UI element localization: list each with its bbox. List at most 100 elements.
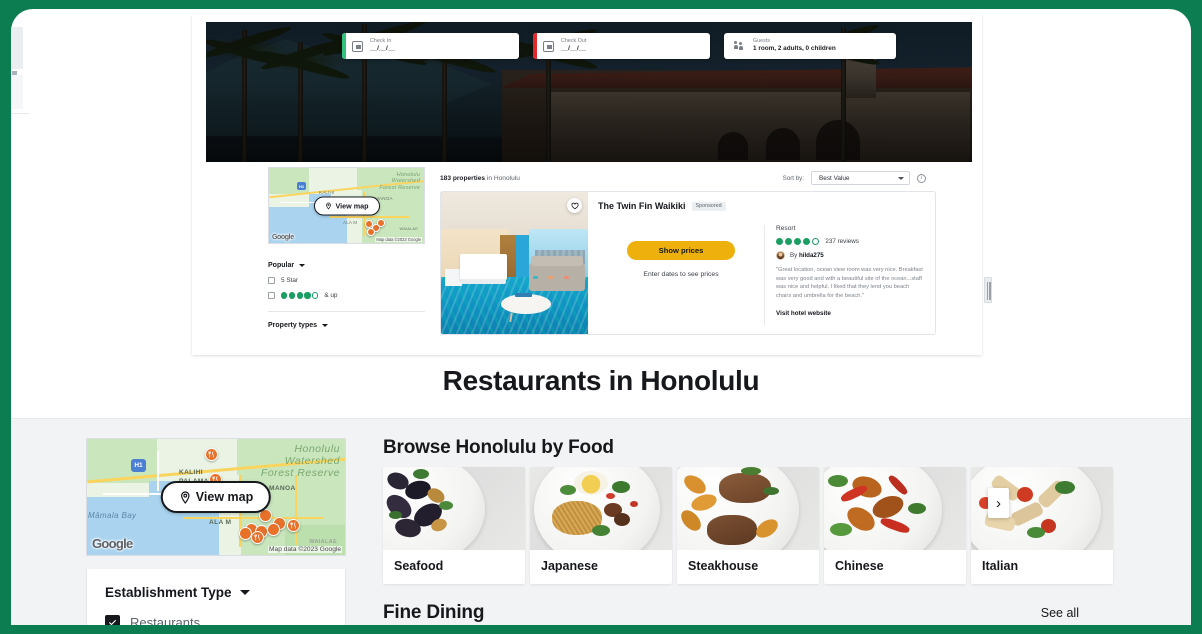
map-label-ala: ALA M (209, 519, 232, 526)
hotel-name[interactable]: The Twin Fin Waikiki (598, 201, 686, 211)
room-pillow (532, 276, 538, 279)
restaurant-icon (290, 522, 296, 529)
visit-hotel-website-link[interactable]: Visit hotel website (776, 310, 925, 317)
food-category-image (383, 467, 525, 550)
browse-by-food-title: Browse Honolulu by Food (383, 437, 614, 458)
map-road-white (157, 451, 159, 491)
rating-dot-filled (296, 292, 303, 299)
food-garnish-chili (606, 493, 615, 499)
fine-dining-header: Fine Dining See all (383, 602, 1079, 624)
guests-field[interactable]: Guests 1 room, 2 adults, 0 children (724, 33, 896, 59)
food-category-card[interactable]: Japanese (530, 467, 672, 584)
food-item-meat (614, 513, 630, 526)
check-in-value: __/__/__ (370, 44, 395, 52)
establishment-option-restaurants[interactable]: Restaurants (105, 615, 327, 625)
checkbox-icon[interactable] (268, 292, 275, 299)
food-garnish (763, 487, 779, 495)
map-view-map-button[interactable]: View map (160, 481, 272, 513)
property-count: 183 properties in Honolulu (440, 175, 520, 182)
map-attribution: Map data ©2023 Google (268, 546, 342, 553)
property-types-header[interactable]: Property types (268, 322, 425, 329)
establishment-type-label: Establishment Type (105, 585, 232, 600)
checkbox-icon[interactable] (268, 277, 275, 284)
restaurant-icon (254, 534, 260, 541)
guests-icon (733, 40, 746, 52)
restaurants-map[interactable]: H1 Honolulu Watershed Forest Reserve KAL… (86, 438, 346, 556)
food-garnish (741, 467, 761, 475)
room-bed (460, 254, 508, 284)
hotel-rating-dots (776, 238, 820, 246)
see-all-link[interactable]: See all (1041, 606, 1079, 620)
hotel-result-card[interactable]: The Twin Fin Waikiki Sponsored Show pric… (440, 191, 936, 335)
rating-dot-filled (793, 238, 802, 246)
browser-viewport: Check In __/__/__ Check Out __/__/__ Gue… (11, 9, 1191, 625)
checkbox-checked-icon[interactable] (105, 615, 120, 625)
property-types-label: Property types (268, 322, 318, 329)
sort-by-select[interactable]: Best Value (811, 171, 910, 185)
search-bar: Check In __/__/__ Check Out __/__/__ Gue… (342, 33, 896, 59)
restaurants-section: H1 Honolulu Watershed Forest Reserve KAL… (11, 419, 1191, 625)
highway-shield-icon: H1 (297, 182, 306, 190)
filter-option-five-star[interactable]: 5 Star (268, 277, 425, 284)
filter-option-rating[interactable]: & up (268, 292, 425, 299)
mini-map[interactable]: H1 Honolulu Watershed Forest Reserve KAL… (268, 167, 425, 244)
food-garnish-chili (630, 501, 638, 507)
google-logo: Google (272, 234, 294, 241)
establishment-type-panel: Establishment Type Restaurants (86, 569, 346, 625)
food-garnish (560, 485, 576, 495)
hotel-rating-row: 237 reviews (776, 238, 925, 246)
food-category-image (824, 467, 966, 550)
hotel-room-photo[interactable] (441, 192, 588, 334)
panel-resize-handle[interactable] (984, 277, 992, 303)
sponsored-badge: Sponsored (691, 201, 726, 211)
chevron-down-icon (299, 264, 306, 267)
food-category-card[interactable]: Steakhouse (677, 467, 819, 584)
chevron-down-icon (322, 324, 329, 327)
check-out-field[interactable]: Check Out __/__/__ (533, 33, 710, 59)
calendar-icon (543, 40, 554, 52)
hotel-title-row: The Twin Fin Waikiki Sponsored (598, 201, 925, 211)
food-garnish (830, 523, 852, 536)
google-logo: Google (92, 536, 133, 551)
info-icon[interactable]: i (917, 173, 926, 183)
mini-map-view-map-button[interactable]: View map (313, 196, 380, 215)
by-prefix: By (790, 252, 799, 260)
map-restaurant-pin[interactable] (239, 527, 252, 540)
food-category-card[interactable]: Seafood (383, 467, 525, 584)
save-heart-button[interactable] (567, 198, 582, 213)
map-label-kalihi: KALIHI (179, 469, 203, 476)
map-restaurant-pin[interactable] (287, 519, 300, 532)
results-area: H1 Honolulu Watershed Forest Reserve KAL… (206, 167, 968, 355)
map-view-map-label: View map (195, 490, 254, 504)
map-restaurant-pin[interactable] (205, 448, 218, 461)
food-category-label: Steakhouse (688, 559, 759, 573)
check-in-field[interactable]: Check In __/__/__ (342, 33, 519, 59)
review-excerpt: "Great location, ocean view room was ver… (776, 267, 923, 300)
carousel-next-button[interactable]: › (988, 488, 1009, 518)
map-road (329, 216, 409, 218)
map-pin[interactable] (367, 228, 375, 236)
food-category-card[interactable]: Chinese (824, 467, 966, 584)
map-restaurant-pin[interactable] (251, 531, 264, 544)
mini-map-view-map-label: View map (335, 201, 369, 210)
green-frame: Check In __/__/__ Check Out __/__/__ Gue… (0, 0, 1202, 634)
food-garnish-basil (1055, 481, 1075, 494)
food-garnish (612, 481, 630, 493)
food-item-tomato (1017, 487, 1033, 502)
food-category-label: Chinese (835, 559, 884, 573)
map-restaurant-pin[interactable] (267, 523, 280, 536)
food-category-card[interactable]: Italian (971, 467, 1113, 584)
chevron-right-icon: › (996, 494, 1001, 512)
food-garnish (828, 475, 848, 487)
map-label-ala: ALA M (343, 220, 358, 225)
hotel-card-body: The Twin Fin Waikiki Sponsored Show pric… (588, 192, 935, 334)
review-author-name[interactable]: hilda275 (799, 252, 824, 259)
map-pin[interactable] (377, 219, 385, 227)
map-label-waialae: WAIALAE (309, 539, 337, 545)
map-label-reserve: Honolulu Watershed Forest Reserve (260, 443, 340, 480)
show-prices-button[interactable]: Show prices (627, 241, 735, 260)
filter-divider (268, 311, 425, 312)
popular-filter-header[interactable]: Popular (268, 262, 425, 269)
rating-dot-empty (811, 238, 820, 246)
establishment-type-header[interactable]: Establishment Type (105, 585, 327, 600)
